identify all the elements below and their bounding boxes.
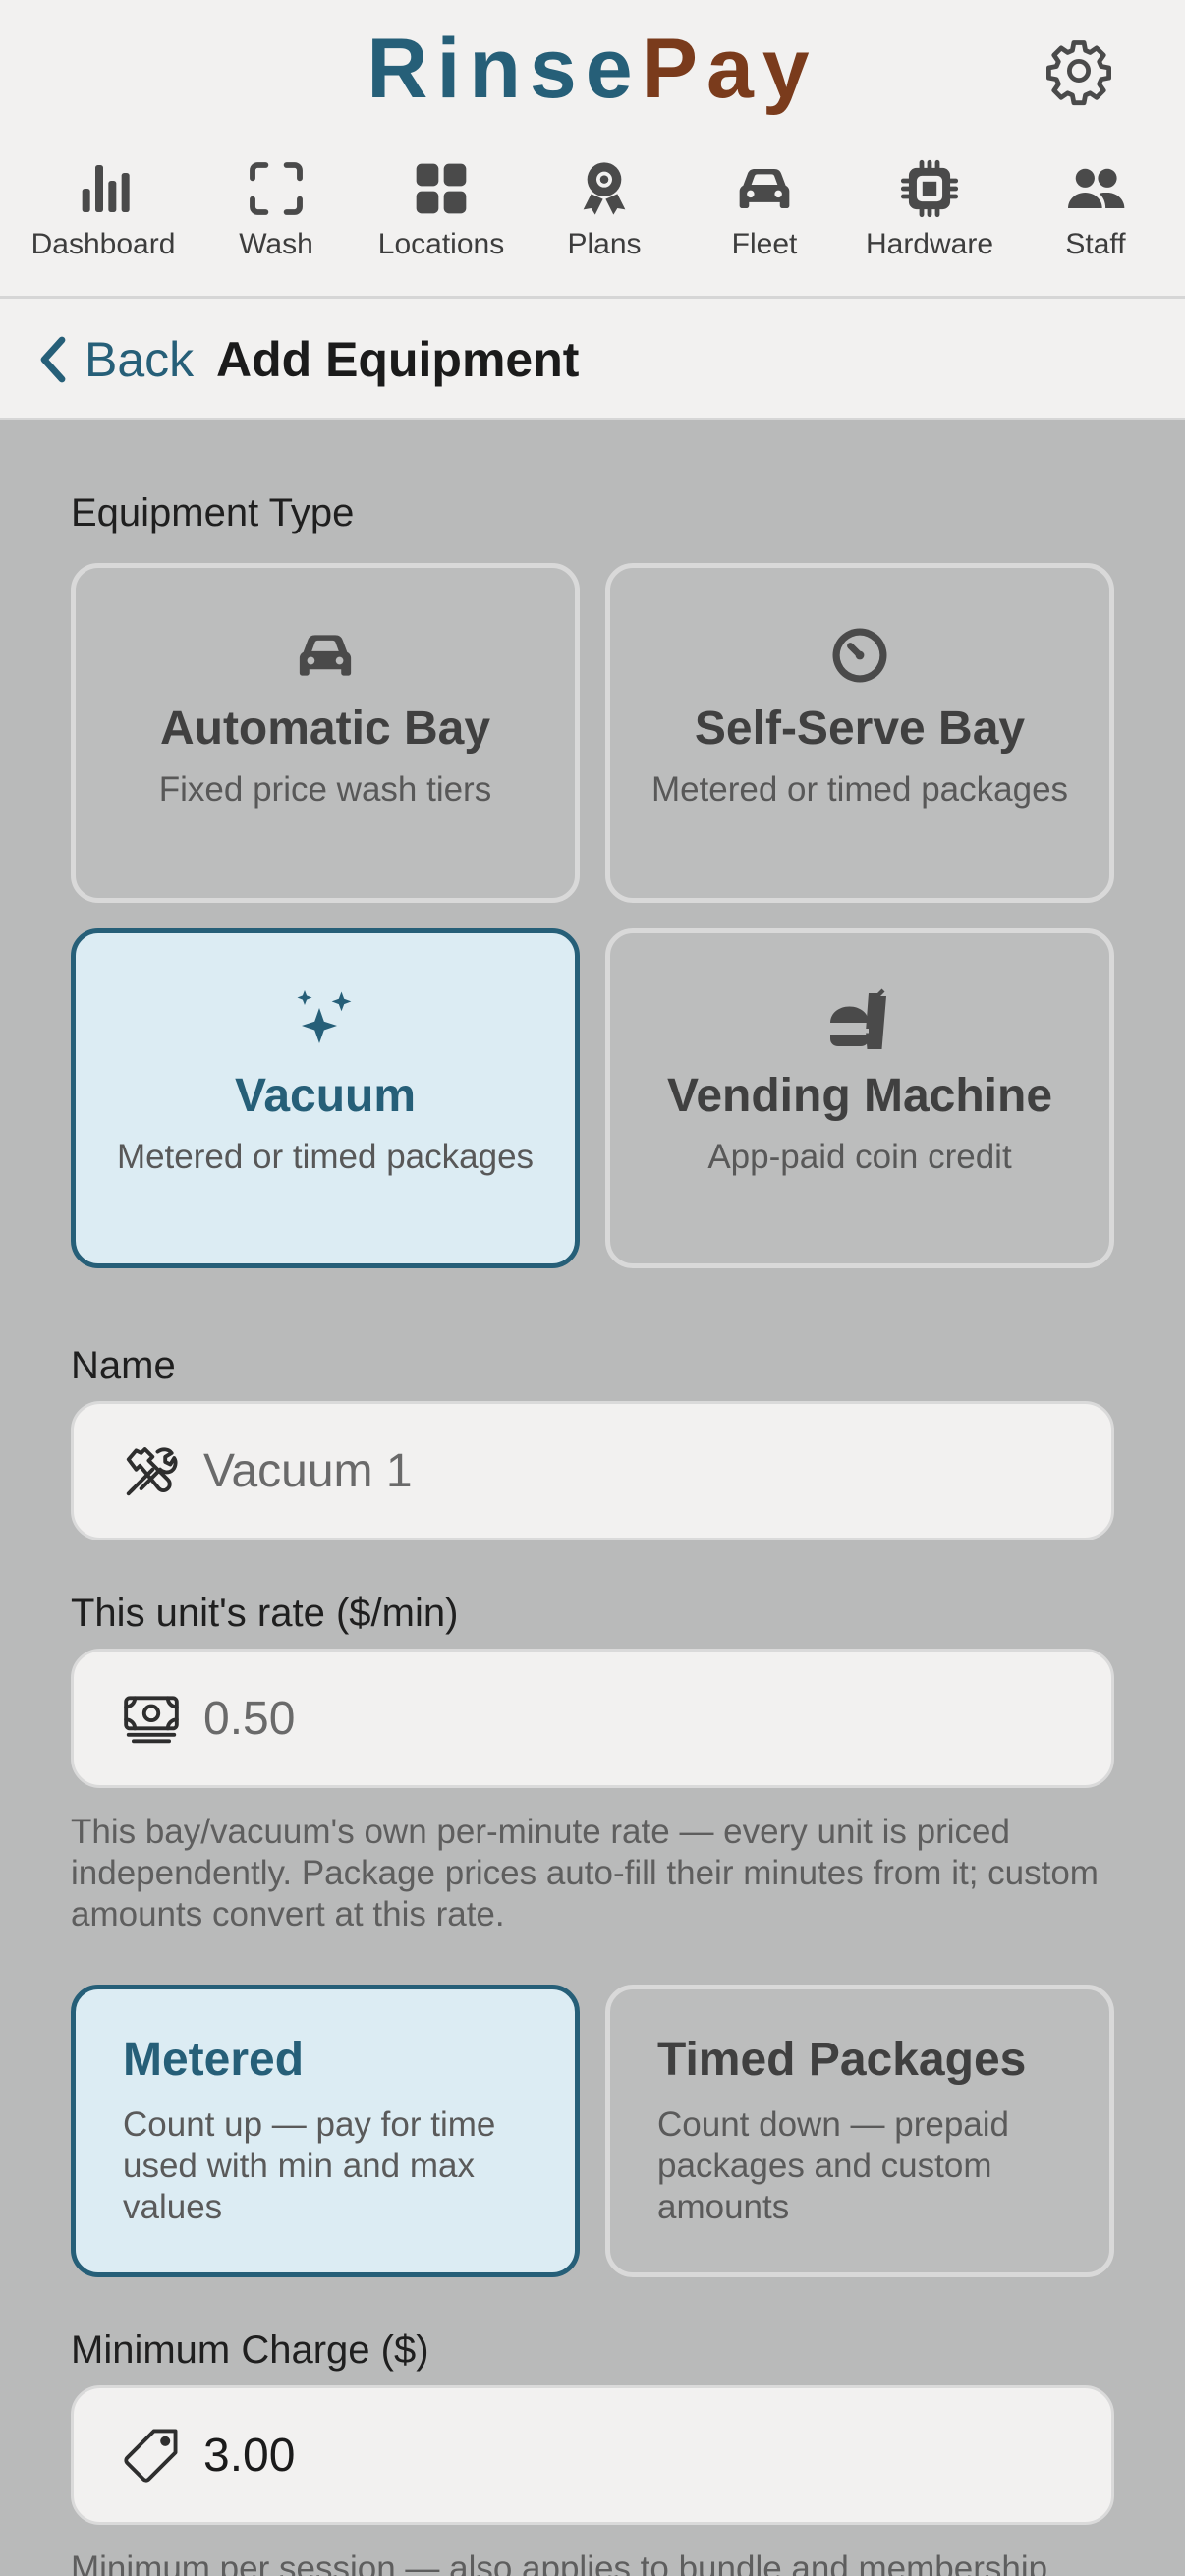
back-button[interactable]: Back <box>37 328 194 391</box>
min-charge-field[interactable] <box>71 2385 1114 2525</box>
option-subtitle: App-paid coin credit <box>707 1138 1012 1176</box>
nav-label: Fleet <box>731 228 798 260</box>
option-title: Self-Serve Bay <box>694 702 1026 755</box>
cash-icon <box>124 1696 179 1744</box>
option-title: Vending Machine <box>666 1070 1053 1122</box>
nav-item-locations[interactable]: Locations <box>358 147 525 265</box>
option-subtitle: Fixed price wash tiers <box>158 770 492 809</box>
name-input[interactable] <box>203 1443 1039 1498</box>
min-charge-help-text: Minimum per session — also applies to bu… <box>71 2549 1048 2576</box>
nav-item-fleet[interactable]: Fleet <box>681 147 848 265</box>
nav-item-hardware[interactable]: Hardware <box>846 147 1013 265</box>
grid-icon <box>416 163 467 214</box>
equipment-type-label: Equipment Type <box>71 491 355 534</box>
price-tag-icon <box>124 2429 178 2483</box>
award-ribbon-icon <box>583 162 626 215</box>
main-nav: Dashboard Wash Locations Plans Fleet Har… <box>0 147 1185 275</box>
name-label: Name <box>71 1344 176 1387</box>
nav-item-plans[interactable]: Plans <box>521 147 688 265</box>
option-subtitle: Metered or timed packages <box>116 1138 535 1176</box>
brand-part-2: Pay <box>641 22 818 116</box>
brand-logo: RinsePay <box>0 20 1185 118</box>
nav-label: Plans <box>567 228 642 260</box>
equipment-option-self-serve-bay[interactable]: Self-Serve Bay Metered or timed packages <box>605 563 1114 903</box>
brand-part-1: Rinse <box>367 22 642 116</box>
page-title: Add Equipment <box>216 332 580 387</box>
rate-field[interactable] <box>71 1649 1114 1788</box>
min-charge-label: Minimum Charge ($) <box>71 2328 429 2372</box>
mode-title: Timed Packages <box>657 2034 1027 2086</box>
equipment-option-vacuum[interactable]: Vacuum Metered or timed packages <box>71 928 580 1268</box>
car-icon <box>739 169 790 208</box>
scan-frame-icon <box>250 162 303 215</box>
option-title: Vacuum <box>234 1070 417 1122</box>
timer-icon <box>832 628 887 683</box>
mode-subtitle: Count down — prepaid packages and custom… <box>657 2105 1009 2226</box>
car-icon <box>299 635 352 676</box>
nav-label: Staff <box>1065 228 1126 260</box>
back-label: Back <box>85 332 195 387</box>
settings-gear-icon[interactable] <box>1044 35 1114 106</box>
nav-label: Locations <box>377 228 505 260</box>
nav-item-dashboard[interactable]: Dashboard <box>20 147 187 265</box>
rate-input[interactable] <box>203 1691 1039 1746</box>
rate-help-text: This bay/vacuum's own per-minute rate — … <box>71 1813 1099 1933</box>
chip-icon <box>900 159 959 218</box>
option-title: Automatic Bay <box>159 702 491 755</box>
option-subtitle: Metered or timed packages <box>650 770 1069 809</box>
min-charge-input[interactable] <box>203 2428 1039 2483</box>
rate-label: This unit's rate ($/min) <box>71 1592 459 1635</box>
food-drink-icon <box>830 988 886 1049</box>
tools-icon <box>126 1447 178 1496</box>
pricing-mode-metered[interactable]: Metered Count up — pay for time used wit… <box>71 1985 580 2277</box>
mode-subtitle: Count up — pay for time used with min an… <box>123 2105 496 2226</box>
equipment-option-vending-machine[interactable]: Vending Machine App-paid coin credit <box>605 928 1114 1268</box>
sparkles-icon <box>297 990 352 1043</box>
nav-label: Hardware <box>865 228 994 260</box>
nav-label: Dashboard <box>30 228 176 260</box>
bar-chart-icon <box>82 165 130 212</box>
name-field[interactable] <box>71 1401 1114 1540</box>
top-bar: RinsePay Dashboard Wash Locations Plans … <box>0 0 1185 299</box>
nav-item-staff[interactable]: Staff <box>1012 147 1179 265</box>
page-header: Back Add Equipment <box>0 299 1185 420</box>
equipment-option-automatic-bay[interactable]: Automatic Bay Fixed price wash tiers <box>71 563 580 903</box>
pricing-mode-timed-packages[interactable]: Timed Packages Count down — prepaid pack… <box>605 1985 1114 2277</box>
nav-label: Wash <box>239 228 313 260</box>
users-icon <box>1068 168 1125 208</box>
chevron-left-icon <box>40 336 66 383</box>
nav-item-wash[interactable]: Wash <box>193 147 360 265</box>
mode-title: Metered <box>123 2034 305 2086</box>
